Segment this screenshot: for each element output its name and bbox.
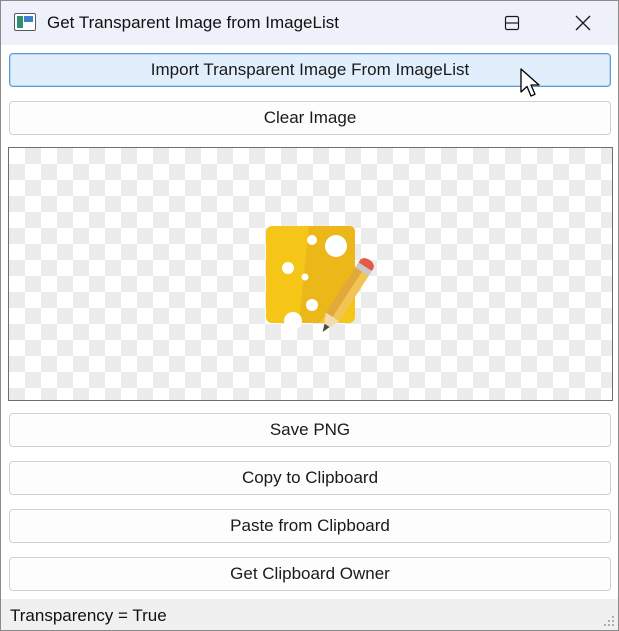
status-text: Transparency = True — [10, 606, 167, 625]
window-title: Get Transparent Image from ImageList — [47, 13, 339, 32]
close-button[interactable] — [560, 1, 606, 45]
get-clipboard-owner-button[interactable]: Get Clipboard Owner — [9, 557, 611, 591]
main-window: Get Transparent Image from ImageList Imp… — [0, 0, 619, 631]
title-bar[interactable]: Get Transparent Image from ImageList — [1, 1, 618, 45]
copy-to-clipboard-button[interactable]: Copy to Clipboard — [9, 461, 611, 495]
close-icon — [575, 15, 591, 31]
maximize-button[interactable] — [489, 1, 535, 45]
save-png-button[interactable]: Save PNG — [9, 413, 611, 447]
image-preview-panel — [8, 147, 613, 401]
resize-grip-icon[interactable] — [603, 615, 615, 627]
cheese-pencil-icon — [266, 226, 374, 333]
app-window-icon — [14, 13, 36, 31]
import-image-button[interactable]: Import Transparent Image From ImageList — [9, 53, 611, 87]
clear-image-button[interactable]: Clear Image — [9, 101, 611, 135]
paste-from-clipboard-button[interactable]: Paste from Clipboard — [9, 509, 611, 543]
maximize-icon — [504, 15, 520, 31]
status-bar: Transparency = True — [1, 599, 618, 630]
